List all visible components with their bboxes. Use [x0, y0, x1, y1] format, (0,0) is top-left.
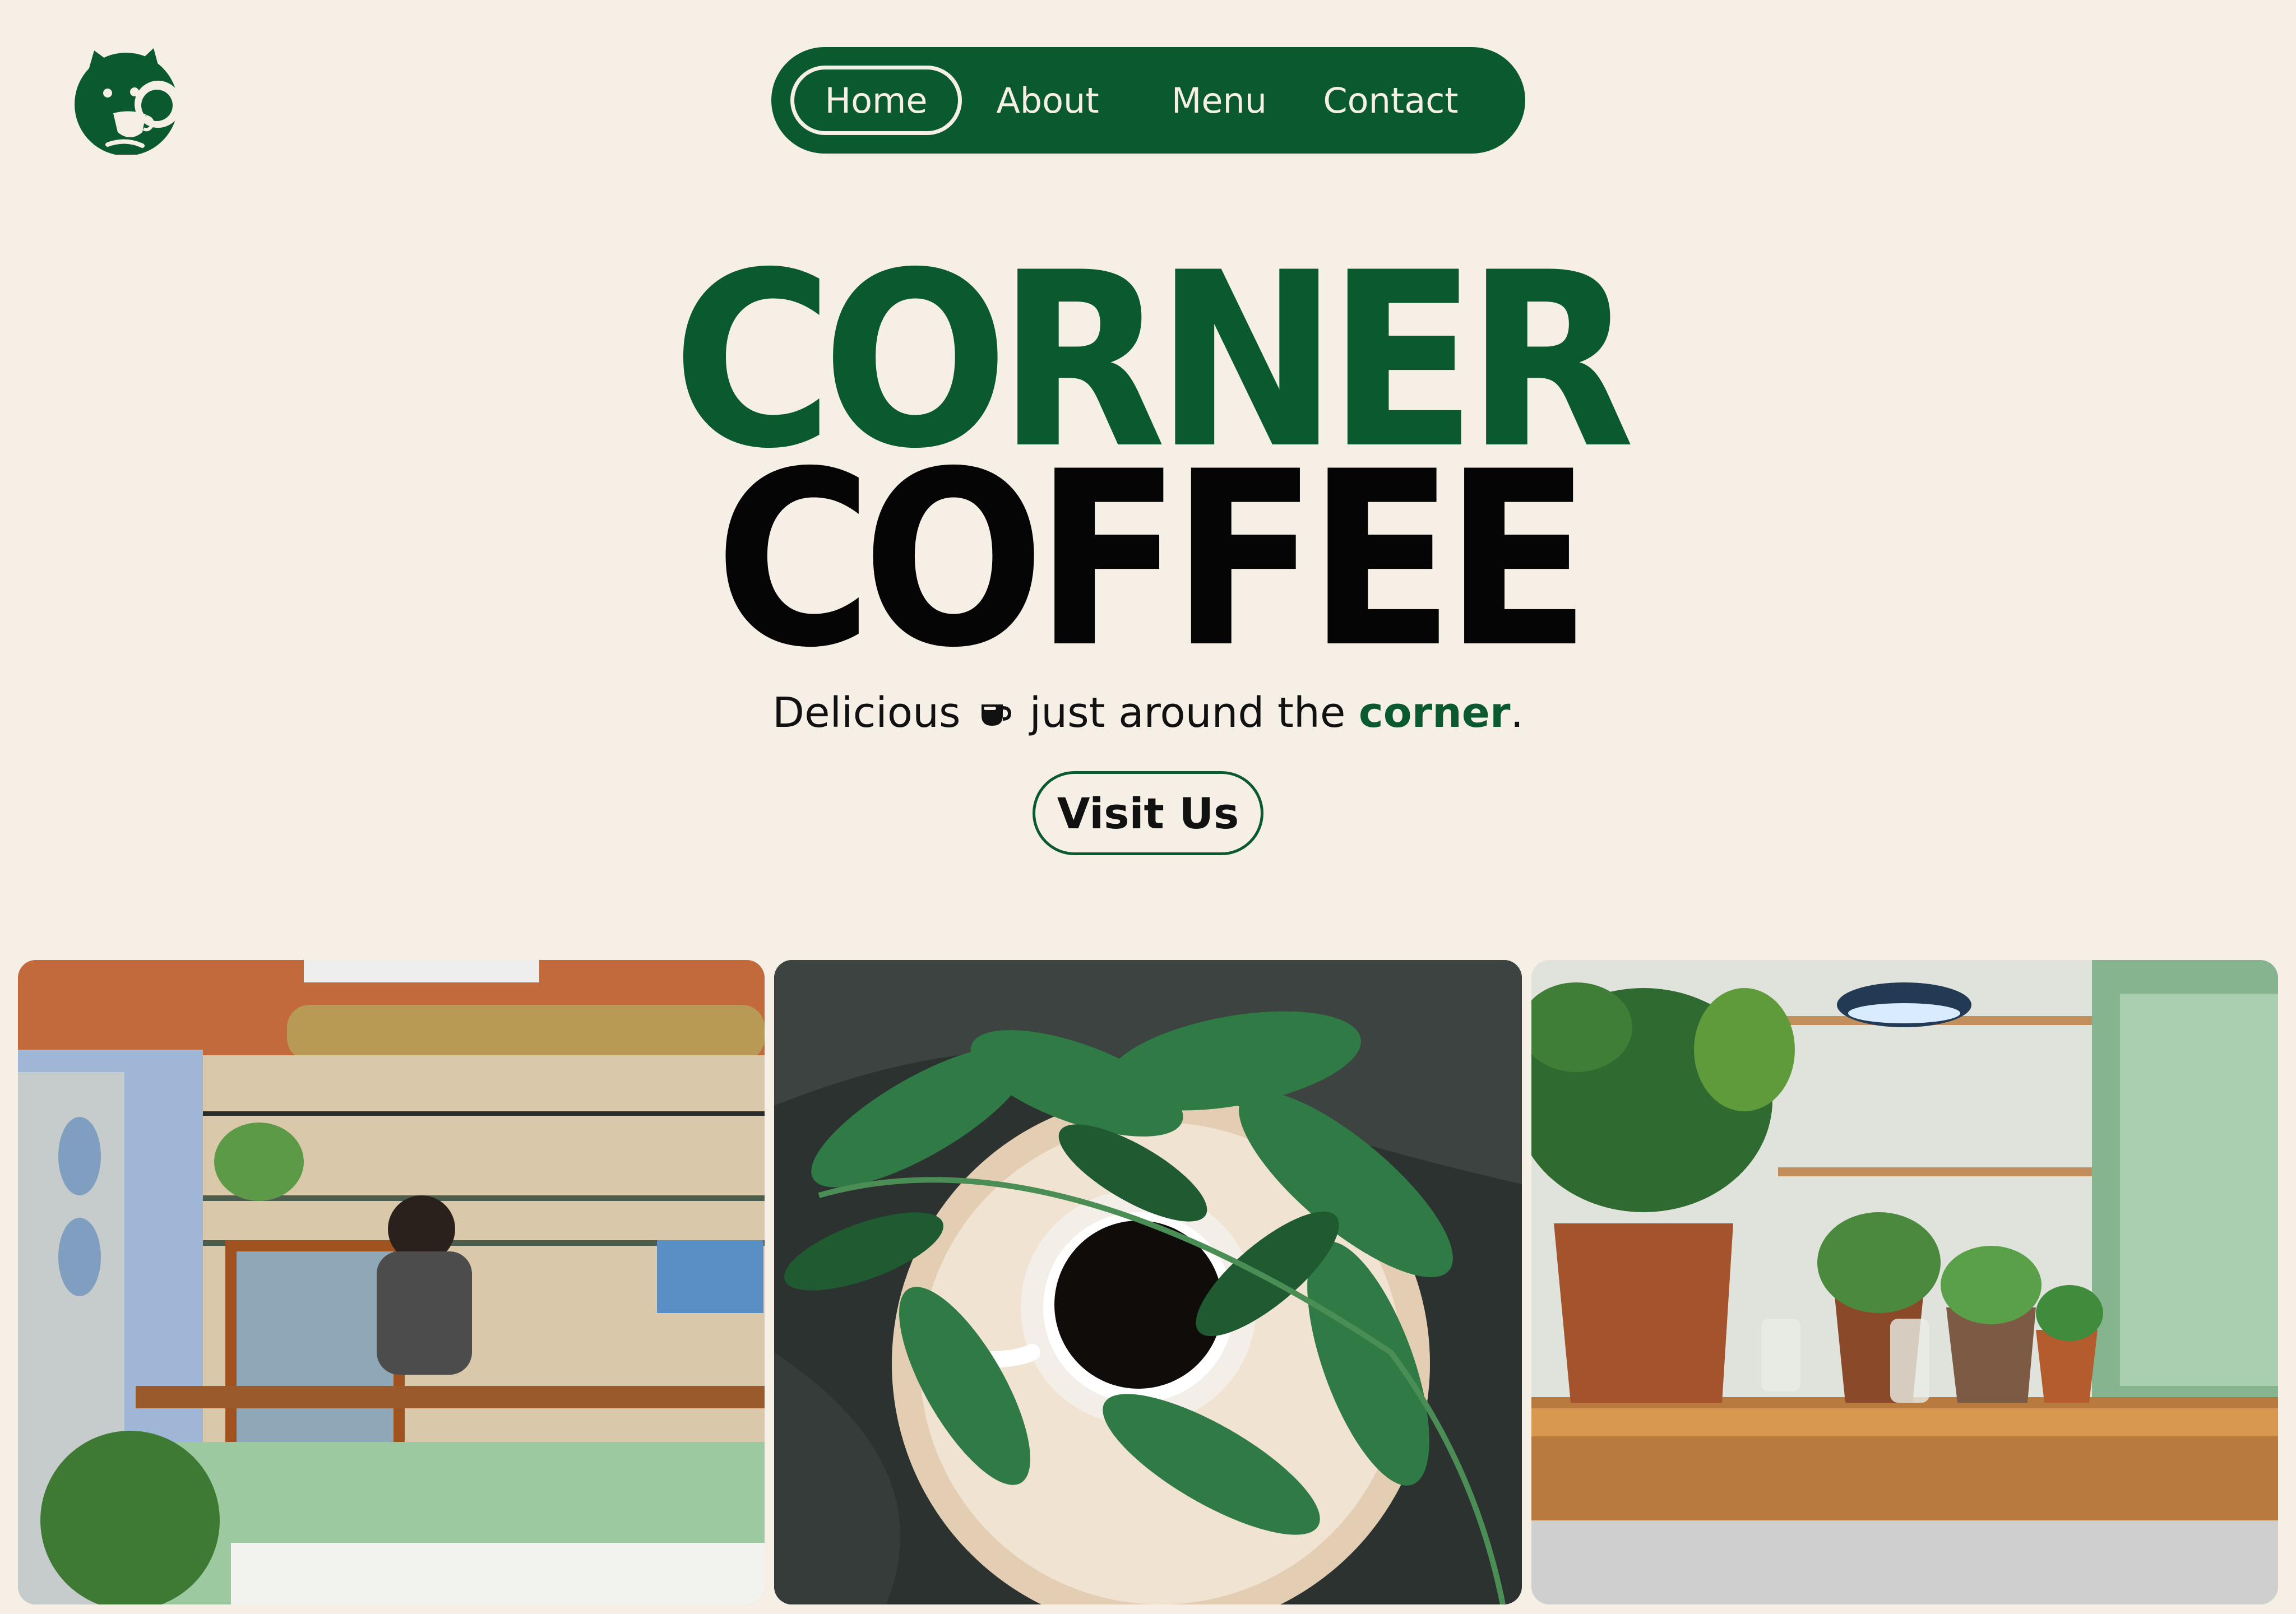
tagline-middle: just around the [1029, 689, 1346, 737]
nav-about[interactable]: About [962, 66, 1133, 135]
plants-on-counter-photo [1531, 960, 2278, 1604]
tagline-suffix: . [1510, 689, 1524, 737]
cafe-interior-photo [18, 960, 765, 1604]
nav-menu[interactable]: Menu [1133, 66, 1305, 135]
brand-logo[interactable] [68, 43, 186, 156]
coffee-cup-icon [982, 704, 1012, 726]
cat-with-coffee-cup-logo [75, 48, 182, 156]
nav-contact[interactable]: Contact [1305, 66, 1476, 135]
tagline-accent: corner [1358, 689, 1511, 737]
hero-tagline: Delicious just around the corner. [0, 685, 2296, 741]
hero-title-line2: COFFEE [715, 420, 1591, 701]
nav-home[interactable]: Home [790, 66, 962, 135]
tagline-prefix: Delicious [772, 689, 961, 737]
visit-us-button[interactable]: Visit Us [1033, 771, 1263, 855]
main-nav: Home About Menu Contact [771, 47, 1525, 154]
coffee-cup-with-leaves-photo [774, 960, 1522, 1604]
